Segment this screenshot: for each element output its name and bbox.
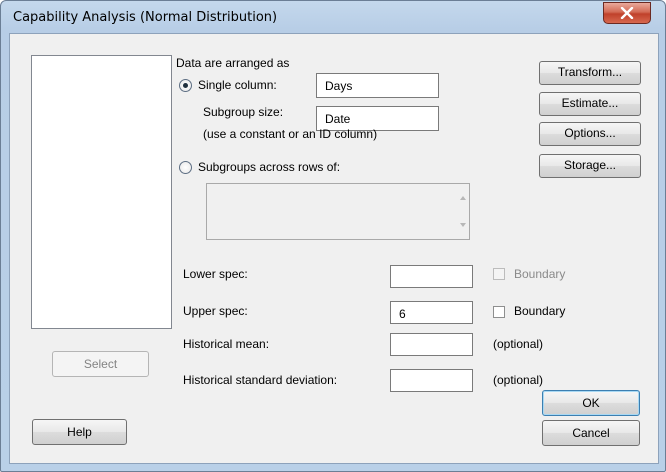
historical-mean-note: (optional) <box>493 337 544 351</box>
lower-boundary-label: Boundary <box>514 267 566 281</box>
subgroups-across-rows-radio[interactable] <box>179 161 192 174</box>
transform-button[interactable]: Transform... <box>539 61 641 85</box>
upper-boundary-label: Boundary <box>514 304 566 318</box>
estimate-button[interactable]: Estimate... <box>539 92 641 116</box>
variable-list[interactable] <box>31 55 172 329</box>
dialog-body: Data are arranged as Single column: Days… <box>9 33 659 464</box>
single-column-label-text: Single column: <box>198 78 277 92</box>
options-button[interactable]: Options... <box>539 122 641 146</box>
window-title: Capability Analysis (Normal Distribution… <box>13 10 278 25</box>
single-column-input[interactable]: Days <box>316 73 439 98</box>
historical-mean-input[interactable] <box>390 333 473 356</box>
data-arranged-heading: Data are arranged as <box>176 56 290 70</box>
historical-sd-note: (optional) <box>493 373 544 387</box>
subgroups-across-rows-label: Subgroups across rows of: <box>198 160 341 174</box>
close-icon <box>620 7 634 19</box>
cancel-button[interactable]: Cancel <box>542 420 640 446</box>
upper-spec-label: Upper spec: <box>183 304 248 318</box>
subgroup-size-label: Subgroup size: <box>203 105 284 119</box>
help-button[interactable]: Help <box>32 419 127 445</box>
close-button[interactable] <box>603 2 651 24</box>
ok-button[interactable]: OK <box>542 390 640 416</box>
lower-spec-input[interactable] <box>390 265 473 288</box>
subgroup-hint: (use a constant or an ID column) <box>203 127 378 141</box>
historical-sd-input[interactable] <box>390 369 473 392</box>
storage-button[interactable]: Storage... <box>539 154 641 178</box>
scroll-up-icon[interactable] <box>460 196 466 200</box>
select-button[interactable]: Select <box>52 351 149 377</box>
radio-selected-dot <box>183 83 188 88</box>
historical-mean-label: Historical mean: <box>183 337 270 351</box>
single-column-radio[interactable] <box>179 79 192 92</box>
upper-boundary-checkbox[interactable] <box>493 306 505 318</box>
historical-sd-label: Historical standard deviation: <box>183 373 338 387</box>
scroll-down-icon[interactable] <box>460 223 466 227</box>
lower-spec-label: Lower spec: <box>183 267 248 281</box>
lower-boundary-checkbox[interactable] <box>493 268 505 280</box>
title-bar: Capability Analysis (Normal Distribution… <box>1 1 665 35</box>
upper-spec-input[interactable]: 6 <box>390 301 473 324</box>
single-column-label: Single column: <box>198 78 277 92</box>
subgroups-across-rows-input[interactable] <box>206 183 470 240</box>
dialog-window: Capability Analysis (Normal Distribution… <box>0 0 666 472</box>
